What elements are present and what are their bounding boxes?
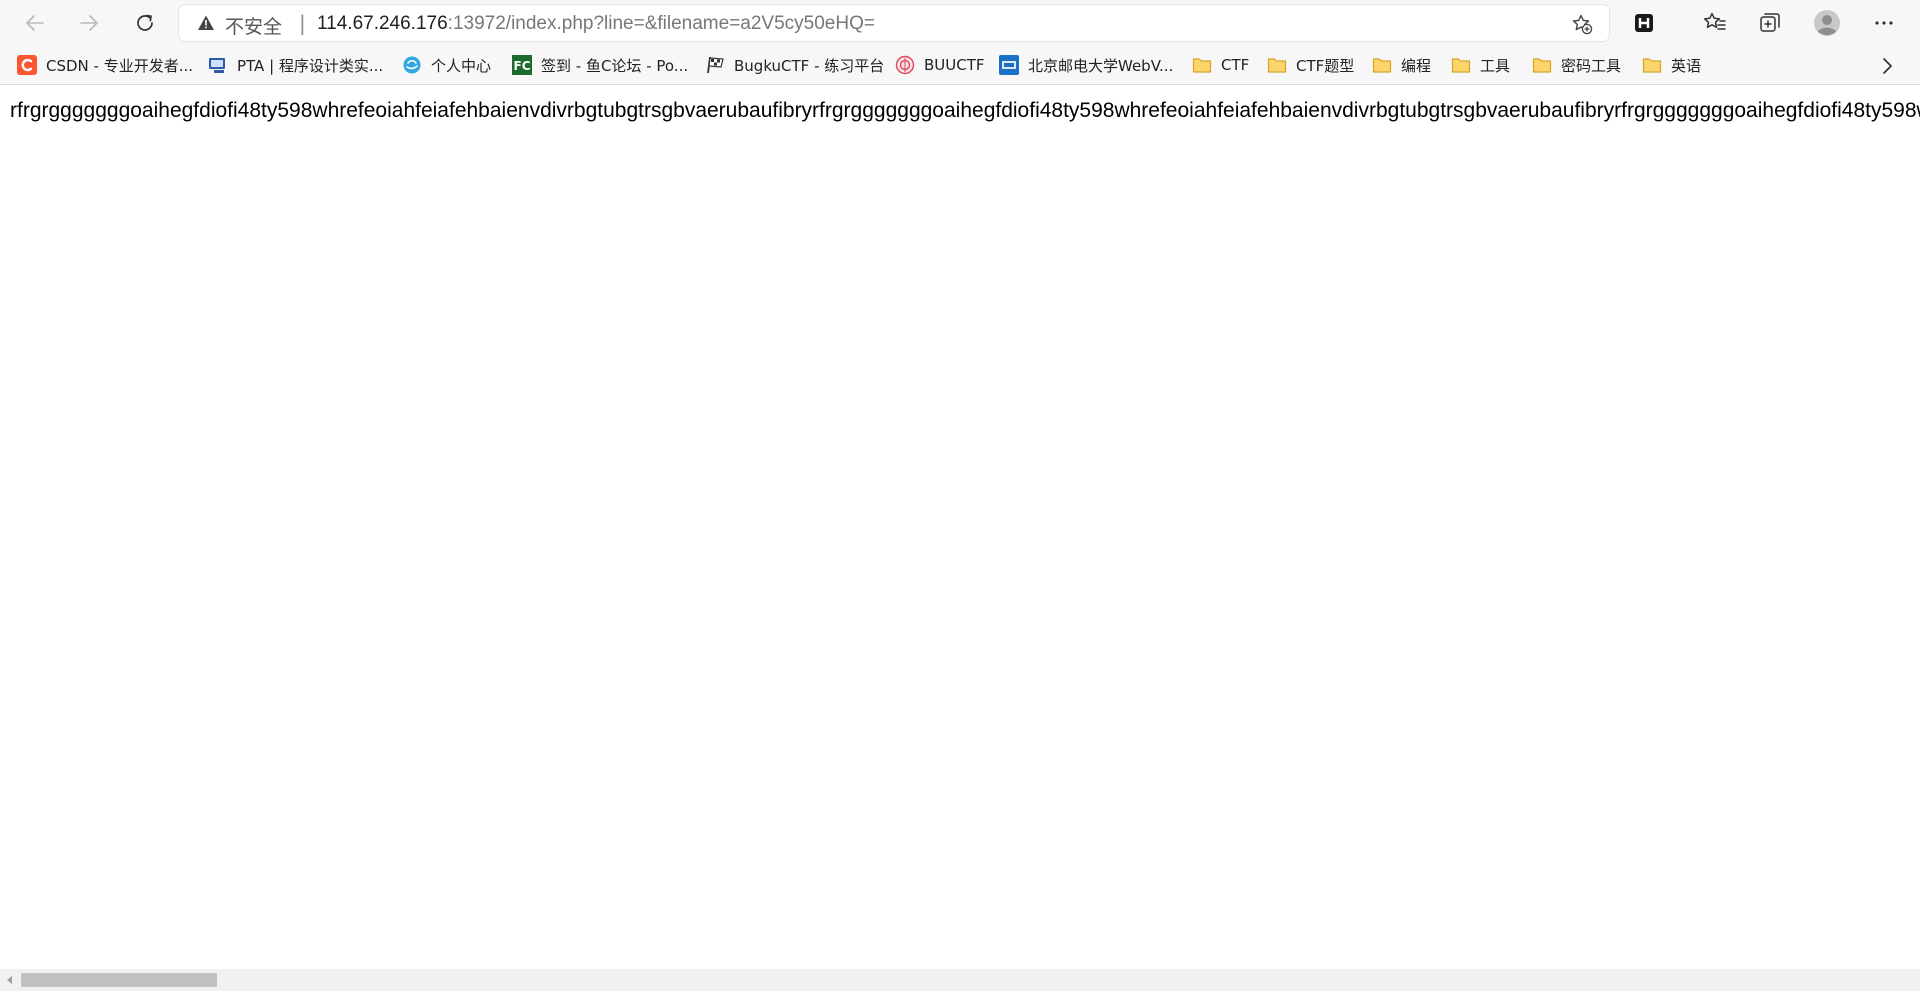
bookmark-bugku[interactable]: BugkuCTF - 练习平台: [705, 52, 884, 78]
bookmark-folder-ctf[interactable]: CTF: [1192, 52, 1249, 78]
bookmark-label: CSDN - 专业开发者...: [46, 56, 194, 75]
bookmark-csdn[interactable]: CSDN - 专业开发者...: [17, 52, 193, 78]
buuctf-icon: [895, 55, 915, 75]
pta-icon: [208, 55, 228, 75]
url-host: 114.67.246.176: [317, 13, 448, 34]
forward-arrow-icon: [80, 15, 98, 31]
favorites-button[interactable]: [1701, 9, 1729, 37]
collections-button[interactable]: [1756, 9, 1784, 37]
bookmark-label: CTF题型: [1296, 56, 1355, 75]
bookmarks-bar: CSDN - 专业开发者... PTA | 程序设计类实... 个人中心 FC …: [0, 46, 1920, 85]
folder-icon: [1532, 55, 1552, 75]
bookmark-buuctf[interactable]: BUUCTF: [895, 52, 985, 78]
browser-toolbar: 不安全 | 114.67.246.176:13972/index.php?lin…: [0, 0, 1920, 46]
more-menu-button[interactable]: [1870, 9, 1898, 37]
bookmark-personal-center[interactable]: 个人中心: [402, 52, 491, 78]
bookmark-label: PTA | 程序设计类实...: [237, 56, 384, 75]
collections-icon: [1760, 13, 1780, 32]
bookmark-label: 编程: [1401, 56, 1432, 75]
bookmark-label: BUUCTF: [924, 56, 985, 74]
checkered-flag-icon: [705, 55, 725, 75]
bookmark-label: 英语: [1671, 56, 1702, 75]
scrollbar-thumb[interactable]: [21, 973, 217, 987]
folder-icon: [1642, 55, 1662, 75]
bookmark-folder-programming[interactable]: 编程: [1372, 52, 1431, 78]
svg-text:FC: FC: [514, 59, 531, 73]
personal-center-icon: [402, 55, 422, 75]
folder-icon: [1372, 55, 1392, 75]
bookmark-label: 个人中心: [431, 56, 492, 75]
address-bar[interactable]: 不安全 | 114.67.246.176:13972/index.php?lin…: [179, 5, 1609, 41]
extension-h-icon: [1635, 14, 1653, 32]
more-menu-icon: [1875, 21, 1893, 25]
bookmark-label: 北京邮电大学WebV...: [1028, 56, 1174, 75]
folder-icon: [1192, 55, 1212, 75]
refresh-button[interactable]: [128, 6, 162, 40]
bookmark-label: CTF: [1221, 56, 1250, 74]
folder-icon: [1451, 55, 1471, 75]
address-separator: |: [299, 11, 306, 35]
forward-button[interactable]: [72, 6, 106, 40]
profile-avatar-icon: [1814, 10, 1840, 36]
bookmark-pta[interactable]: PTA | 程序设计类实...: [208, 52, 383, 78]
chevron-right-icon[interactable]: [1876, 55, 1898, 77]
bookmark-fishc[interactable]: FC 签到 - 鱼C论坛 - Po...: [512, 52, 688, 78]
back-button[interactable]: [18, 6, 52, 40]
bookmark-folder-ctf-types[interactable]: CTF题型: [1267, 52, 1354, 78]
bookmark-label: 工具: [1480, 56, 1511, 75]
refresh-icon: [137, 14, 153, 31]
warning-triangle-icon: [198, 15, 214, 30]
bookmark-label: 密码工具: [1561, 56, 1622, 75]
page-body-text: rfrgrgggggggoaihegfdiofi48ty598whrefeoia…: [10, 99, 1920, 122]
folder-icon: [1267, 55, 1287, 75]
bookmark-folder-crypto-tools[interactable]: 密码工具: [1532, 52, 1621, 78]
extension-h-button[interactable]: [1630, 9, 1658, 37]
security-status-label[interactable]: 不安全: [225, 12, 282, 39]
bookmark-folder-tools[interactable]: 工具: [1451, 52, 1510, 78]
horizontal-scrollbar[interactable]: [0, 969, 1920, 991]
add-favorite-icon[interactable]: [1571, 13, 1593, 35]
url-path: :13972/index.php?line=&filename=a2V5cy50…: [447, 13, 875, 34]
favorites-icon: [1703, 12, 1726, 30]
bupt-icon: [999, 55, 1019, 75]
browser-window: 不安全 | 114.67.246.176:13972/index.php?lin…: [0, 0, 1920, 991]
page-content: rfrgrgggggggoaihegfdiofi48ty598whrefeoia…: [0, 85, 1920, 969]
address-url[interactable]: 114.67.246.176:13972/index.php?line=&fil…: [317, 13, 875, 35]
profile-button[interactable]: [1813, 9, 1841, 37]
bookmark-label: BugkuCTF - 练习平台: [734, 56, 885, 75]
bookmark-label: 签到 - 鱼C论坛 - Po...: [541, 56, 689, 75]
csdn-icon: [17, 55, 37, 75]
back-arrow-icon: [26, 15, 44, 31]
bookmark-bupt-webvpn[interactable]: 北京邮电大学WebV...: [999, 52, 1173, 78]
bookmark-folder-english[interactable]: 英语: [1642, 52, 1701, 78]
fishc-icon: FC: [512, 55, 532, 75]
scroll-left-arrow-icon[interactable]: [4, 974, 16, 986]
